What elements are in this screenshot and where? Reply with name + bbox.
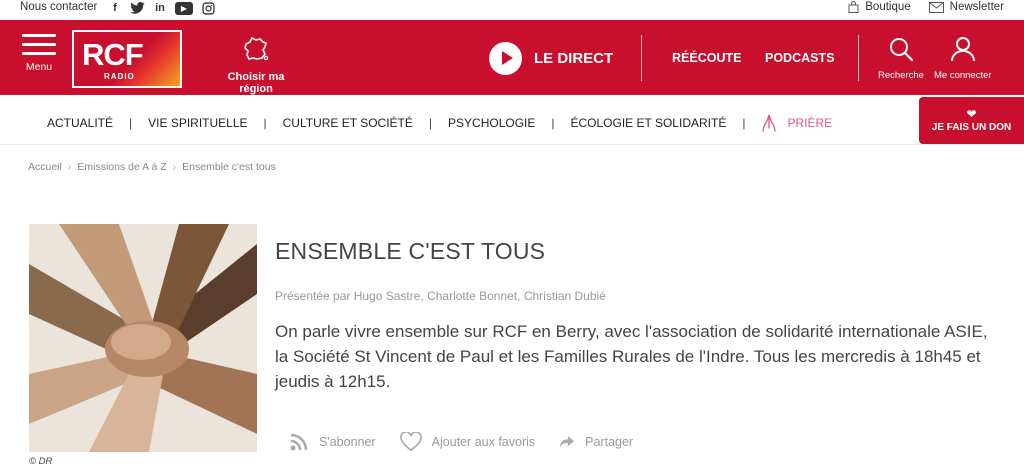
- priere-label: PRIÈRE: [787, 116, 833, 130]
- nav-separator: |: [428, 116, 433, 130]
- account-label: Me connecter: [934, 70, 992, 81]
- subscribe-label: S'abonner: [319, 435, 376, 449]
- nav-item-ecologie-solidarite[interactable]: ÉCOLOGIE ET SOLIDARITÉ: [571, 116, 727, 130]
- breadcrumb-emissions[interactable]: Emissions de A à Z: [77, 161, 166, 173]
- nav-item-psychologie[interactable]: PSYCHOLOGIE: [448, 116, 535, 130]
- logo-subtext: RADIO: [104, 72, 135, 81]
- heart-outline-icon: [399, 432, 422, 452]
- nav-separator: |: [742, 116, 746, 130]
- envelope-icon: [928, 1, 944, 13]
- menu-button[interactable]: Menu: [22, 34, 56, 73]
- nav-item-culture-societe[interactable]: CULTURE ET SOCIÉTÉ: [283, 116, 413, 130]
- search-button[interactable]: Recherche: [878, 36, 924, 81]
- instagram-icon[interactable]: [201, 1, 215, 15]
- image-credit: © DR: [29, 456, 53, 467]
- utility-right: Boutique Newsletter: [848, 1, 1004, 13]
- rcf-logo[interactable]: RCF RADIO: [72, 30, 182, 88]
- favorite-label: Ajouter aux favoris: [431, 435, 536, 449]
- favorite-button[interactable]: Ajouter aux favoris: [399, 432, 536, 452]
- category-nav: ACTUALITÉ | VIE SPIRITUELLE | CULTURE ET…: [0, 95, 1024, 145]
- show-image: [29, 224, 257, 452]
- donate-label: JE FAIS UN DON: [931, 122, 1012, 133]
- social-links: f in ▶: [108, 1, 215, 15]
- subscribe-button[interactable]: S'abonner: [289, 432, 376, 452]
- nav-item-vie-spirituelle[interactable]: VIE SPIRITUELLE: [148, 116, 247, 130]
- share-arrow-icon: [560, 435, 575, 449]
- podcasts-link[interactable]: PODCASTS: [765, 51, 834, 65]
- nav-separator: |: [129, 116, 133, 130]
- main-header: Menu RCF RADIO Choisir ma région LE DIRE…: [0, 20, 1024, 95]
- contact-link[interactable]: Nous contacter: [20, 1, 97, 13]
- boutique-label: Boutique: [865, 1, 911, 13]
- linkedin-icon[interactable]: in: [153, 1, 167, 15]
- live-label: LE DIRECT: [534, 50, 614, 67]
- chevron-right-icon: ›: [67, 161, 72, 173]
- youtube-icon[interactable]: ▶: [175, 1, 193, 15]
- donate-button[interactable]: ❤ JE FAIS UN DON: [919, 97, 1024, 144]
- region-selector[interactable]: Choisir ma région: [210, 36, 302, 95]
- nav-separator: |: [263, 116, 267, 130]
- breadcrumb: Accueil › Emissions de A à Z › Ensemble …: [28, 161, 276, 173]
- user-icon: [950, 37, 975, 62]
- nav-item-priere[interactable]: PRIÈRE: [761, 113, 832, 133]
- rss-icon: [290, 433, 308, 451]
- header-divider: [641, 35, 642, 81]
- utility-bar: Nous contacter f in ▶ Boutique Newslette…: [0, 0, 1024, 20]
- chevron-right-icon: ›: [172, 161, 177, 173]
- account-button[interactable]: Me connecter: [934, 36, 992, 81]
- hamburger-icon: [22, 34, 56, 55]
- share-button[interactable]: Partager: [559, 435, 633, 449]
- play-icon: [489, 42, 522, 75]
- nav-item-actualite[interactable]: ACTUALITÉ: [47, 116, 113, 130]
- show-title: ENSEMBLE C'EST TOUS: [275, 238, 546, 264]
- menu-label: Menu: [25, 61, 53, 73]
- breadcrumb-home[interactable]: Accueil: [28, 161, 62, 173]
- facebook-icon[interactable]: f: [108, 1, 122, 15]
- live-button[interactable]: LE DIRECT: [489, 42, 613, 75]
- region-label: Choisir ma région: [227, 71, 285, 95]
- show-presenters: Présentée par Hugo Sastre, Charlotte Bon…: [275, 289, 606, 303]
- search-icon: [889, 38, 914, 62]
- logo-text: RCF: [82, 37, 144, 72]
- shopping-bag-icon: [848, 1, 859, 13]
- reecoute-link[interactable]: RÉÉCOUTE: [672, 51, 741, 65]
- twitter-icon[interactable]: [130, 1, 145, 15]
- header-divider: [858, 35, 859, 81]
- breadcrumb-current: Ensemble c'est tous: [182, 161, 276, 173]
- nav-separator: |: [551, 116, 555, 130]
- show-description: On parle vivre ensemble sur RCF en Berry…: [275, 322, 988, 391]
- share-label: Partager: [585, 435, 634, 449]
- newsletter-link[interactable]: Newsletter: [928, 1, 1004, 13]
- newsletter-label: Newsletter: [949, 1, 1004, 13]
- praying-hands-icon: [762, 114, 777, 132]
- boutique-link[interactable]: Boutique: [848, 1, 911, 13]
- search-label: Recherche: [878, 70, 924, 81]
- show-actions: S'abonner Ajouter aux favoris Partager: [289, 432, 657, 452]
- france-map-icon: [244, 37, 269, 61]
- heart-icon: ❤: [966, 107, 977, 121]
